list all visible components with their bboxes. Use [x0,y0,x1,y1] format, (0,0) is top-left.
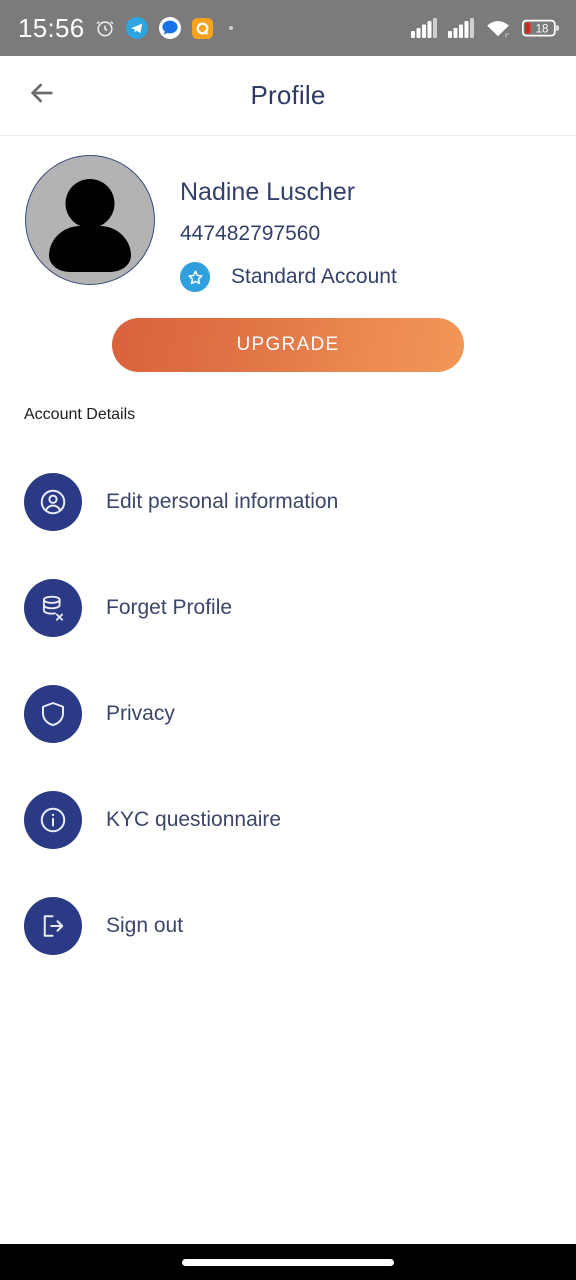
account-type-label: Standard Account [231,265,397,289]
menu-item-label: Sign out [106,914,184,938]
shield-icon [24,685,82,744]
back-button[interactable] [22,76,62,116]
telegram-icon [125,16,149,40]
profile-header: Nadine Luscher 447482797560 Standard Acc… [0,136,576,293]
menu-item-sign-out[interactable]: Sign out [0,873,576,979]
avatar-body-shape [49,226,131,272]
upgrade-button[interactable]: UPGRADE [112,318,464,373]
menu-item-label: Forget Profile [106,596,233,620]
database-remove-icon [24,579,82,638]
upgrade-button-container: UPGRADE [0,318,576,373]
account-details-list: Edit personal information Forget Profile… [0,449,576,979]
menu-item-privacy[interactable]: Privacy [0,661,576,767]
profile-screen: 15:56 18 Profile Nadine Luscher 44748279… [0,0,576,1280]
signal-sim1-icon [411,18,437,38]
wifi-icon [485,18,511,38]
menu-item-forget-profile[interactable]: Forget Profile [0,555,576,661]
system-navigation-bar [0,1244,576,1280]
arrow-left-icon [26,77,58,114]
info-circle-icon [24,791,82,850]
alarm-clock-icon [94,17,116,39]
star-icon [180,262,210,293]
user-circle-icon [24,473,82,532]
logout-icon [24,897,82,956]
page-title: Profile [250,80,326,110]
status-bar-right: 18 [411,18,560,38]
battery-percent-text: 18 [536,23,549,35]
home-gesture-pill[interactable] [182,1258,394,1266]
avatar[interactable] [25,155,155,285]
signal-sim2-icon [448,18,474,38]
avatar-head-shape [65,179,115,228]
menu-item-kyc-questionnaire[interactable]: KYC questionnaire [0,767,576,873]
messages-icon [158,16,182,40]
profile-phone: 447482797560 [180,222,321,245]
menu-item-label: Privacy [106,702,175,726]
profile-info: Nadine Luscher 447482797560 Standard Acc… [180,155,397,293]
account-type-row: Standard Account [180,262,397,293]
battery-icon: 18 [522,18,560,38]
app-bar: Profile [0,56,576,136]
menu-item-label: Edit personal information [106,490,339,514]
status-bar: 15:56 18 [0,0,576,56]
profile-name: Nadine Luscher [180,178,356,206]
menu-item-edit-personal-information[interactable]: Edit personal information [0,449,576,555]
status-bar-left: 15:56 [18,15,233,41]
menu-item-label: KYC questionnaire [106,808,282,832]
notification-dot-icon [228,26,233,30]
account-details-section-label: Account Details [24,406,136,424]
status-time: 15:56 [18,13,85,43]
orange-app-icon [191,17,214,40]
